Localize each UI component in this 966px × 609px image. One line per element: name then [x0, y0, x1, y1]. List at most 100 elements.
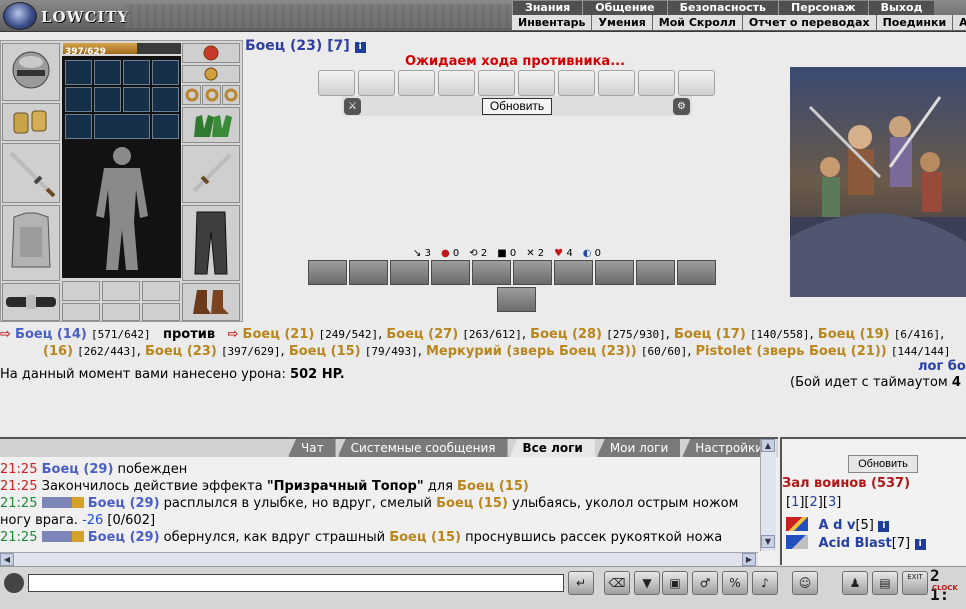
scroll-slot[interactable] — [478, 70, 515, 96]
scroll-slot[interactable] — [318, 70, 355, 96]
ability-slot[interactable] — [349, 260, 388, 285]
boots-slot[interactable] — [182, 283, 240, 321]
belt-item-6[interactable] — [94, 87, 121, 112]
team-a-member-name[interactable]: Боец (14) — [15, 327, 87, 342]
earring-slot[interactable] — [182, 43, 240, 63]
ability-slot[interactable] — [636, 260, 675, 285]
belt-item-5[interactable] — [65, 87, 92, 112]
submenu-duels[interactable]: Поединки — [877, 15, 954, 30]
belt-item-9[interactable] — [65, 114, 92, 139]
chat-vertical-scrollbar[interactable]: ▲ ▼ — [760, 439, 776, 551]
pants-slot[interactable] — [182, 205, 240, 281]
submenu-transfer-report[interactable]: Отчет о переводах — [743, 15, 877, 30]
ring-slot-2[interactable] — [202, 85, 221, 105]
belt-item-4[interactable] — [152, 60, 179, 85]
info-icon[interactable]: i — [914, 539, 926, 550]
team-b-member-name[interactable]: Боец (28) — [530, 327, 602, 342]
room-refresh-button[interactable]: Обновить — [848, 455, 918, 473]
ability-slot[interactable] — [472, 260, 511, 285]
belt-item-10[interactable] — [94, 114, 150, 139]
ability-slot-extra[interactable] — [497, 287, 536, 312]
submenu-anketa[interactable]: Анк — [953, 15, 966, 30]
gloves-slot[interactable] — [182, 107, 240, 143]
chat-input[interactable] — [28, 574, 564, 592]
submenu-skills[interactable]: Умения — [592, 15, 653, 30]
eraser-icon[interactable]: ⌫ — [604, 571, 630, 595]
info-icon[interactable]: i — [878, 521, 890, 532]
chat-speaker-icon[interactable] — [4, 573, 24, 593]
team-b-member-name[interactable]: Боец (19) — [818, 327, 890, 342]
ability-slot[interactable] — [308, 260, 347, 285]
belt-item-8[interactable] — [152, 87, 179, 112]
scroll-slot[interactable] — [558, 70, 595, 96]
team-b-member-name[interactable]: Меркурий (зверь Боец (23)) — [426, 344, 637, 359]
ring-slot-3[interactable] — [222, 85, 240, 105]
submenu-inventory[interactable]: Инвентарь — [512, 15, 593, 30]
menu-security[interactable]: Безопасность — [666, 1, 778, 15]
room-player-name[interactable]: A d v — [819, 518, 856, 533]
armor-slot[interactable] — [2, 205, 60, 281]
chat-log[interactable]: 21:25 Боец (29) побежден 21:25 Закончило… — [0, 461, 758, 551]
ability-slot[interactable] — [595, 260, 634, 285]
ability-slot[interactable] — [513, 260, 552, 285]
lock-icon[interactable]: ▤ — [872, 571, 898, 595]
pocket-slot-3[interactable] — [142, 281, 180, 301]
send-icon[interactable]: ↵ — [568, 571, 594, 595]
scroll-left-icon[interactable]: ◀ — [0, 553, 14, 566]
menu-exit[interactable]: Выход — [867, 1, 935, 15]
scroll-right-icon[interactable]: ▶ — [742, 553, 756, 566]
sound-icon[interactable]: ♪ — [752, 571, 778, 595]
scroll-slot[interactable] — [638, 70, 675, 96]
log-player-name[interactable]: Боец (29) — [88, 496, 160, 511]
belt-item-3[interactable] — [123, 60, 150, 85]
scroll-up-icon[interactable]: ▲ — [761, 439, 775, 452]
scroll-slot[interactable] — [598, 70, 635, 96]
ability-slot[interactable] — [677, 260, 716, 285]
walk-icon[interactable]: ♂ — [692, 571, 718, 595]
team-b-member-name[interactable]: (16) — [43, 344, 73, 359]
belt-item-1[interactable] — [65, 60, 92, 85]
room-page-link[interactable]: 1 — [791, 495, 799, 510]
ability-slot[interactable] — [554, 260, 593, 285]
menu-communication[interactable]: Общение — [582, 1, 666, 15]
room-page-link[interactable]: 3 — [828, 495, 836, 510]
pocket-slot-2[interactable] — [102, 281, 140, 301]
save-icon[interactable]: ▣ — [662, 571, 688, 595]
tab-all-logs[interactable]: Все логи — [509, 439, 595, 457]
pocket-slot-6[interactable] — [142, 303, 180, 321]
exit-icon[interactable]: EXIT — [902, 571, 928, 595]
scroll-slot[interactable] — [438, 70, 475, 96]
scroll-slot[interactable] — [678, 70, 715, 96]
ability-slot[interactable] — [431, 260, 470, 285]
refresh-button[interactable]: Обновить — [482, 98, 552, 115]
amulet-slot[interactable] — [182, 65, 240, 83]
tab-my-logs[interactable]: Мои логи — [596, 439, 681, 457]
avatar[interactable] — [62, 56, 181, 278]
room-player-row[interactable]: A d v[5] i — [786, 517, 890, 533]
weapon-left-slot[interactable] — [2, 143, 60, 203]
chat-horizontal-scrollbar[interactable]: ◀ ▶ — [0, 552, 758, 566]
ring-slot-1[interactable] — [182, 85, 201, 105]
ability-slot[interactable] — [390, 260, 429, 285]
belt-item-11[interactable] — [152, 114, 179, 139]
weapon-right-slot[interactable] — [182, 145, 240, 203]
room-player-name[interactable]: Acid Blast — [819, 536, 892, 551]
pocket-slot-4[interactable] — [62, 303, 100, 321]
submenu-my-scroll[interactable]: Мой Скролл — [653, 15, 743, 30]
smiley-icon[interactable]: ☺ — [792, 571, 818, 595]
helmet-slot[interactable] — [2, 43, 60, 101]
scroll-slot[interactable] — [398, 70, 435, 96]
log-player-name[interactable]: Боец (15) — [457, 479, 529, 494]
belt-item-2[interactable] — [94, 60, 121, 85]
fighter-name[interactable]: Боец (23) — [245, 38, 322, 54]
pocket-slot-5[interactable] — [102, 303, 140, 321]
belt-slot[interactable] — [2, 283, 60, 321]
scroll-slot[interactable] — [358, 70, 395, 96]
log-player-name[interactable]: Боец (15) — [436, 496, 508, 511]
info-icon[interactable]: i — [354, 42, 366, 53]
team-b-member-name[interactable]: Боец (27) — [386, 327, 458, 342]
bracers-slot[interactable] — [2, 103, 60, 141]
scroll-slot[interactable] — [518, 70, 555, 96]
ratio-icon[interactable]: % — [722, 571, 748, 595]
pocket-slot-1[interactable] — [62, 281, 100, 301]
